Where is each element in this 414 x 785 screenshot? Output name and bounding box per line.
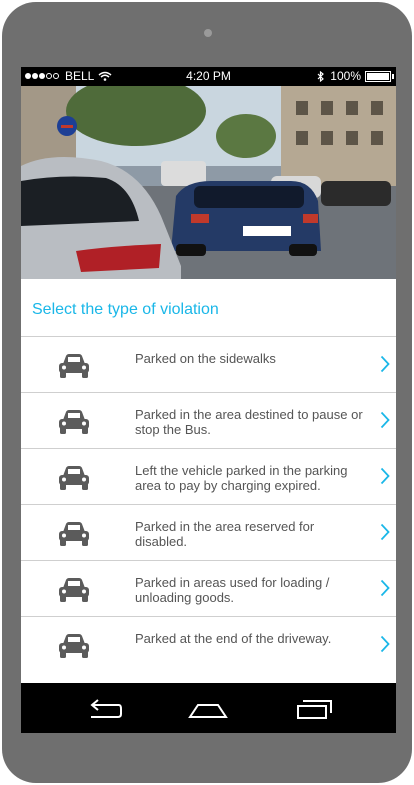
violation-header: Select the type of violation bbox=[21, 279, 396, 336]
screen: BELL 4:20 PM 100% Select the type of vio… bbox=[21, 67, 396, 733]
violation-row-loading-area[interactable]: Parked in areas used for loading / unloa… bbox=[21, 560, 396, 616]
recent-apps-icon[interactable] bbox=[294, 695, 334, 723]
car-icon bbox=[59, 578, 89, 602]
violation-row-sidewalks[interactable]: Parked on the sidewalks bbox=[21, 336, 396, 392]
battery-icon bbox=[365, 70, 394, 82]
bluetooth-icon bbox=[317, 70, 325, 82]
back-icon[interactable] bbox=[85, 695, 125, 723]
chevron-right-icon bbox=[380, 635, 390, 653]
violation-list: Parked on the sidewalks Parked in the ar… bbox=[21, 336, 396, 672]
status-bar: BELL 4:20 PM 100% bbox=[21, 67, 396, 86]
violation-label: Parked in the area reserved for disabled… bbox=[135, 519, 315, 549]
android-nav-bar bbox=[21, 683, 396, 733]
car-icon bbox=[59, 466, 89, 490]
car-icon bbox=[59, 522, 89, 546]
status-right: 100% bbox=[317, 69, 394, 83]
car-icon bbox=[59, 354, 89, 378]
violation-label: Parked at the end of the driveway. bbox=[135, 631, 332, 646]
phone-frame: BELL 4:20 PM 100% Select the type of vio… bbox=[2, 2, 412, 783]
violation-label: Parked on the sidewalks bbox=[135, 351, 276, 366]
violation-row-driveway[interactable]: Parked at the end of the driveway. bbox=[21, 616, 396, 672]
violation-row-bus-stop[interactable]: Parked in the area destined to pause or … bbox=[21, 392, 396, 448]
chevron-right-icon bbox=[380, 355, 390, 373]
car-icon bbox=[59, 634, 89, 658]
chevron-right-icon bbox=[380, 523, 390, 541]
home-icon[interactable] bbox=[188, 695, 228, 723]
violation-row-disabled-area[interactable]: Parked in the area reserved for disabled… bbox=[21, 504, 396, 560]
chevron-right-icon bbox=[380, 411, 390, 429]
violation-label: Parked in areas used for loading / unloa… bbox=[135, 575, 330, 605]
battery-percent: 100% bbox=[330, 69, 361, 83]
street-photo bbox=[21, 86, 396, 279]
car-icon bbox=[59, 410, 89, 434]
page-title: Select the type of violation bbox=[32, 301, 219, 318]
speaker bbox=[204, 29, 212, 37]
violation-label: Left the vehicle parked in the parking a… bbox=[135, 463, 348, 493]
chevron-right-icon bbox=[380, 467, 390, 485]
violation-row-expired-parking[interactable]: Left the vehicle parked in the parking a… bbox=[21, 448, 396, 504]
chevron-right-icon bbox=[380, 579, 390, 597]
violation-label: Parked in the area destined to pause or … bbox=[135, 407, 363, 437]
